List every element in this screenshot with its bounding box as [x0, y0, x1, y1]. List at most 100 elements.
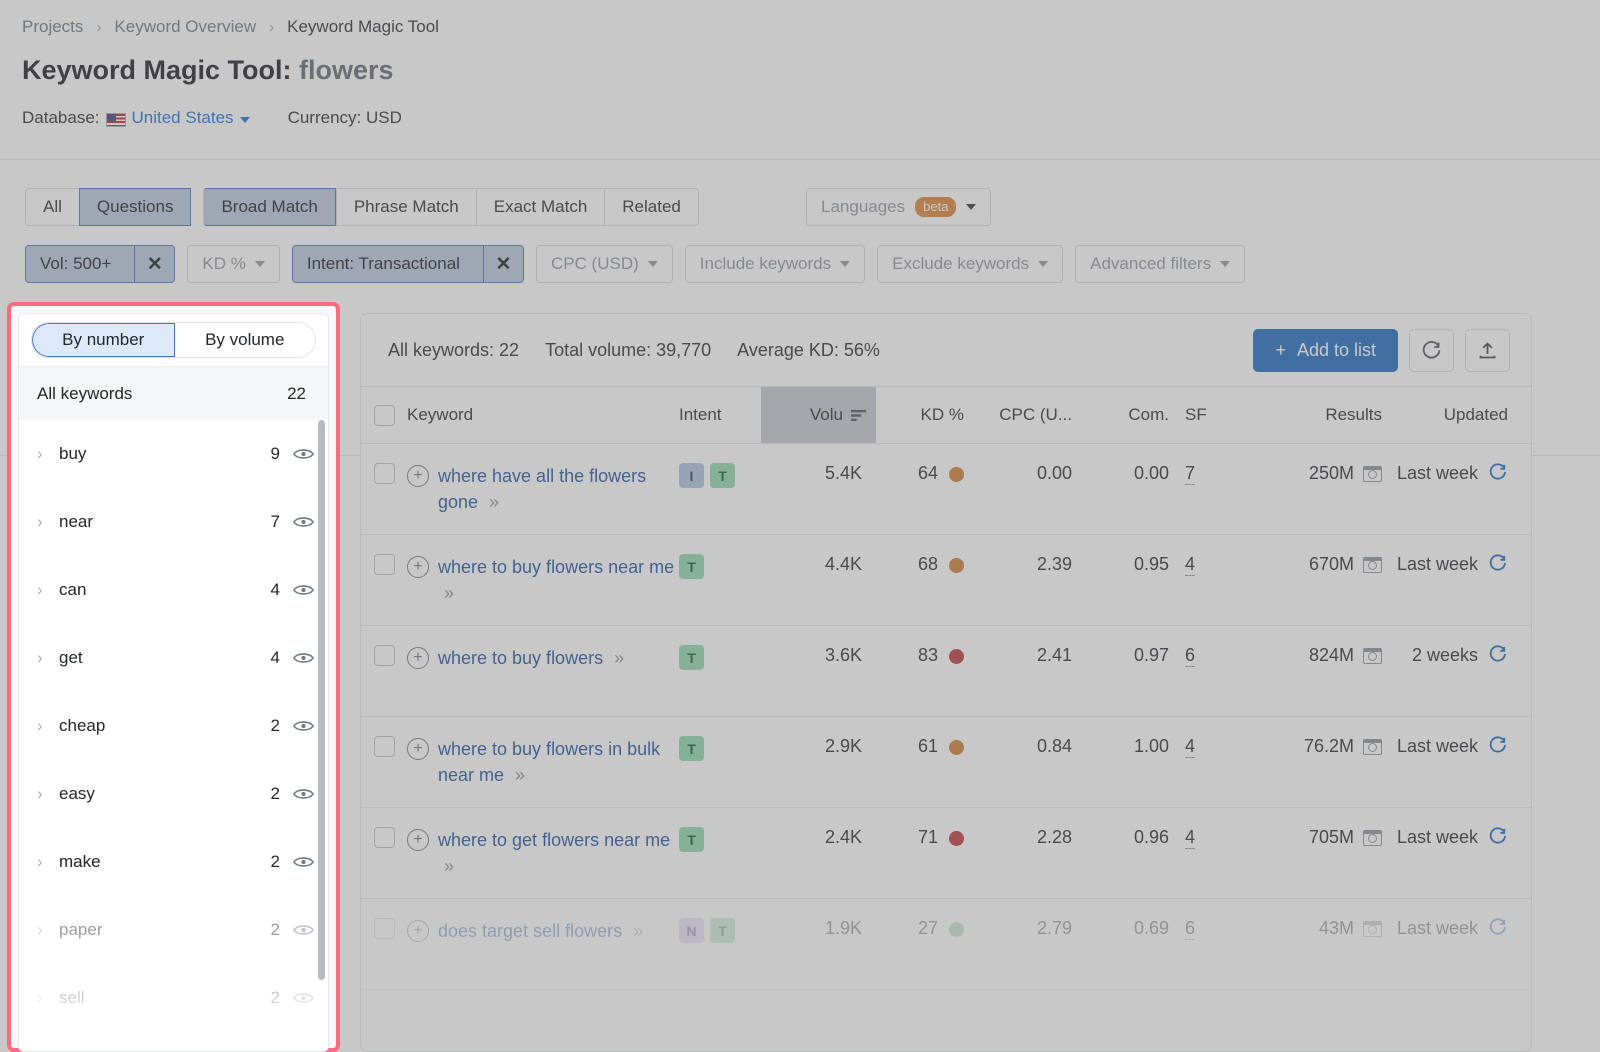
filter-cpc[interactable]: CPC (USD) — [536, 245, 673, 283]
eye-icon[interactable] — [280, 515, 314, 529]
keyword-expand-arrows-icon[interactable]: » — [444, 583, 452, 603]
row-refresh-icon[interactable] — [1488, 917, 1508, 943]
sidebar-group-row[interactable]: ›make2 — [19, 828, 328, 896]
row-select-cell[interactable] — [361, 717, 407, 807]
keyword-expand-arrows-icon[interactable]: » — [614, 648, 622, 668]
sidebar-all-keywords-row[interactable]: All keywords 22 — [19, 366, 328, 420]
keyword-expand-arrows-icon[interactable]: » — [489, 492, 497, 512]
expand-group-icon[interactable]: › — [37, 920, 59, 940]
sf-value[interactable]: 6 — [1185, 918, 1195, 940]
select-all-cell[interactable] — [361, 387, 407, 443]
tab-broad-match[interactable]: Broad Match — [203, 188, 335, 226]
row-refresh-icon[interactable] — [1488, 462, 1508, 488]
column-updated[interactable]: Updated — [1382, 387, 1520, 443]
keyword-link[interactable]: does target sell flowers » — [438, 918, 641, 944]
keyword-link[interactable]: where to buy flowers » — [438, 645, 622, 671]
row-checkbox[interactable] — [374, 554, 395, 575]
row-refresh-icon[interactable] — [1488, 644, 1508, 670]
expand-group-icon[interactable]: › — [37, 988, 59, 1008]
keyword-expand-arrows-icon[interactable]: » — [515, 765, 523, 785]
eye-icon[interactable] — [280, 787, 314, 801]
sidebar-scrollbar[interactable] — [318, 420, 325, 980]
table-row[interactable]: +where to buy flowers in bulk near me »T… — [361, 717, 1531, 808]
sidebar-group-row[interactable]: ›sell2 — [19, 964, 328, 1032]
row-refresh-icon[interactable] — [1488, 735, 1508, 761]
sf-value[interactable]: 4 — [1185, 736, 1195, 758]
row-refresh-icon[interactable] — [1488, 553, 1508, 579]
serp-preview-icon[interactable] — [1363, 648, 1382, 664]
eye-icon[interactable] — [280, 855, 314, 869]
breadcrumb-item-keyword-magic-tool[interactable]: Keyword Magic Tool — [287, 17, 439, 37]
database-value[interactable]: United States — [132, 108, 234, 128]
add-keyword-icon[interactable]: + — [407, 738, 429, 760]
column-com[interactable]: Com. — [1084, 387, 1169, 443]
eye-icon[interactable] — [280, 991, 314, 1005]
column-cpc[interactable]: CPC (U... — [964, 387, 1084, 443]
clear-intent-filter-icon[interactable]: ✕ — [483, 246, 523, 282]
keyword-link[interactable]: where have all the flowers gone » — [438, 463, 679, 515]
row-checkbox[interactable] — [374, 645, 395, 666]
breadcrumb-item-projects[interactable]: Projects — [22, 17, 83, 37]
keyword-link[interactable]: where to buy flowers in bulk near me » — [438, 736, 679, 788]
row-checkbox[interactable] — [374, 463, 395, 484]
keyword-link[interactable]: where to buy flowers near me » — [438, 554, 679, 606]
table-row[interactable]: +where to buy flowers »T3.6K832.410.9768… — [361, 626, 1531, 717]
filter-exclude-keywords[interactable]: Exclude keywords — [877, 245, 1063, 283]
row-checkbox[interactable] — [374, 918, 395, 939]
column-sf[interactable]: SF — [1169, 387, 1235, 443]
expand-group-icon[interactable]: › — [37, 512, 59, 532]
languages-dropdown[interactable]: Languages beta — [806, 188, 991, 226]
serp-preview-icon[interactable] — [1363, 739, 1382, 755]
serp-preview-icon[interactable] — [1363, 557, 1382, 573]
row-select-cell[interactable] — [361, 899, 407, 989]
serp-preview-icon[interactable] — [1363, 830, 1382, 846]
sidebar-group-row[interactable]: ›get4 — [19, 624, 328, 692]
column-kd[interactable]: KD % — [876, 387, 964, 443]
expand-group-icon[interactable]: › — [37, 852, 59, 872]
column-keyword[interactable]: Keyword — [407, 387, 679, 443]
keyword-link[interactable]: where to get flowers near me » — [438, 827, 679, 879]
add-to-list-button[interactable]: + Add to list — [1253, 329, 1398, 372]
row-select-cell[interactable] — [361, 535, 407, 625]
add-keyword-icon[interactable]: + — [407, 829, 429, 851]
eye-icon[interactable] — [280, 583, 314, 597]
add-keyword-icon[interactable]: + — [407, 920, 429, 942]
row-select-cell[interactable] — [361, 626, 407, 716]
filter-intent[interactable]: Intent: Transactional ✕ — [292, 245, 524, 283]
table-row[interactable]: +where have all the flowers gone »IT5.4K… — [361, 444, 1531, 535]
serp-preview-icon[interactable] — [1363, 921, 1382, 937]
chevron-down-icon[interactable] — [240, 117, 250, 123]
select-all-checkbox[interactable] — [374, 405, 395, 426]
sf-value[interactable]: 6 — [1185, 645, 1195, 667]
refresh-button[interactable] — [1409, 329, 1454, 372]
toggle-by-number[interactable]: By number — [32, 323, 175, 357]
export-button[interactable] — [1465, 329, 1510, 372]
filter-include-keywords[interactable]: Include keywords — [685, 245, 865, 283]
expand-group-icon[interactable]: › — [37, 716, 59, 736]
row-checkbox[interactable] — [374, 736, 395, 757]
filter-volume[interactable]: Vol: 500+ ✕ — [25, 245, 175, 283]
row-select-cell[interactable] — [361, 444, 407, 534]
expand-group-icon[interactable]: › — [37, 580, 59, 600]
keyword-expand-arrows-icon[interactable]: » — [444, 856, 452, 876]
sf-value[interactable]: 4 — [1185, 827, 1195, 849]
row-select-cell[interactable] — [361, 808, 407, 898]
tab-phrase-match[interactable]: Phrase Match — [336, 188, 476, 226]
clear-volume-filter-icon[interactable]: ✕ — [134, 246, 174, 282]
sf-value[interactable]: 4 — [1185, 554, 1195, 576]
filter-kd[interactable]: KD % — [187, 245, 279, 283]
sidebar-group-row[interactable]: ›easy2 — [19, 760, 328, 828]
eye-icon[interactable] — [280, 447, 314, 461]
table-row[interactable]: +does target sell flowers »NT1.9K272.790… — [361, 899, 1531, 990]
sf-value[interactable]: 7 — [1185, 463, 1195, 485]
eye-icon[interactable] — [280, 923, 314, 937]
tab-related[interactable]: Related — [604, 188, 699, 226]
tab-all[interactable]: All — [25, 188, 79, 226]
sidebar-group-row[interactable]: ›cheap2 — [19, 692, 328, 760]
toggle-by-volume[interactable]: By volume — [175, 323, 316, 357]
sidebar-group-row[interactable]: ›buy9 — [19, 420, 328, 488]
expand-group-icon[interactable]: › — [37, 444, 59, 464]
sidebar-group-row[interactable]: ›can4 — [19, 556, 328, 624]
add-keyword-icon[interactable]: + — [407, 465, 429, 487]
row-checkbox[interactable] — [374, 827, 395, 848]
